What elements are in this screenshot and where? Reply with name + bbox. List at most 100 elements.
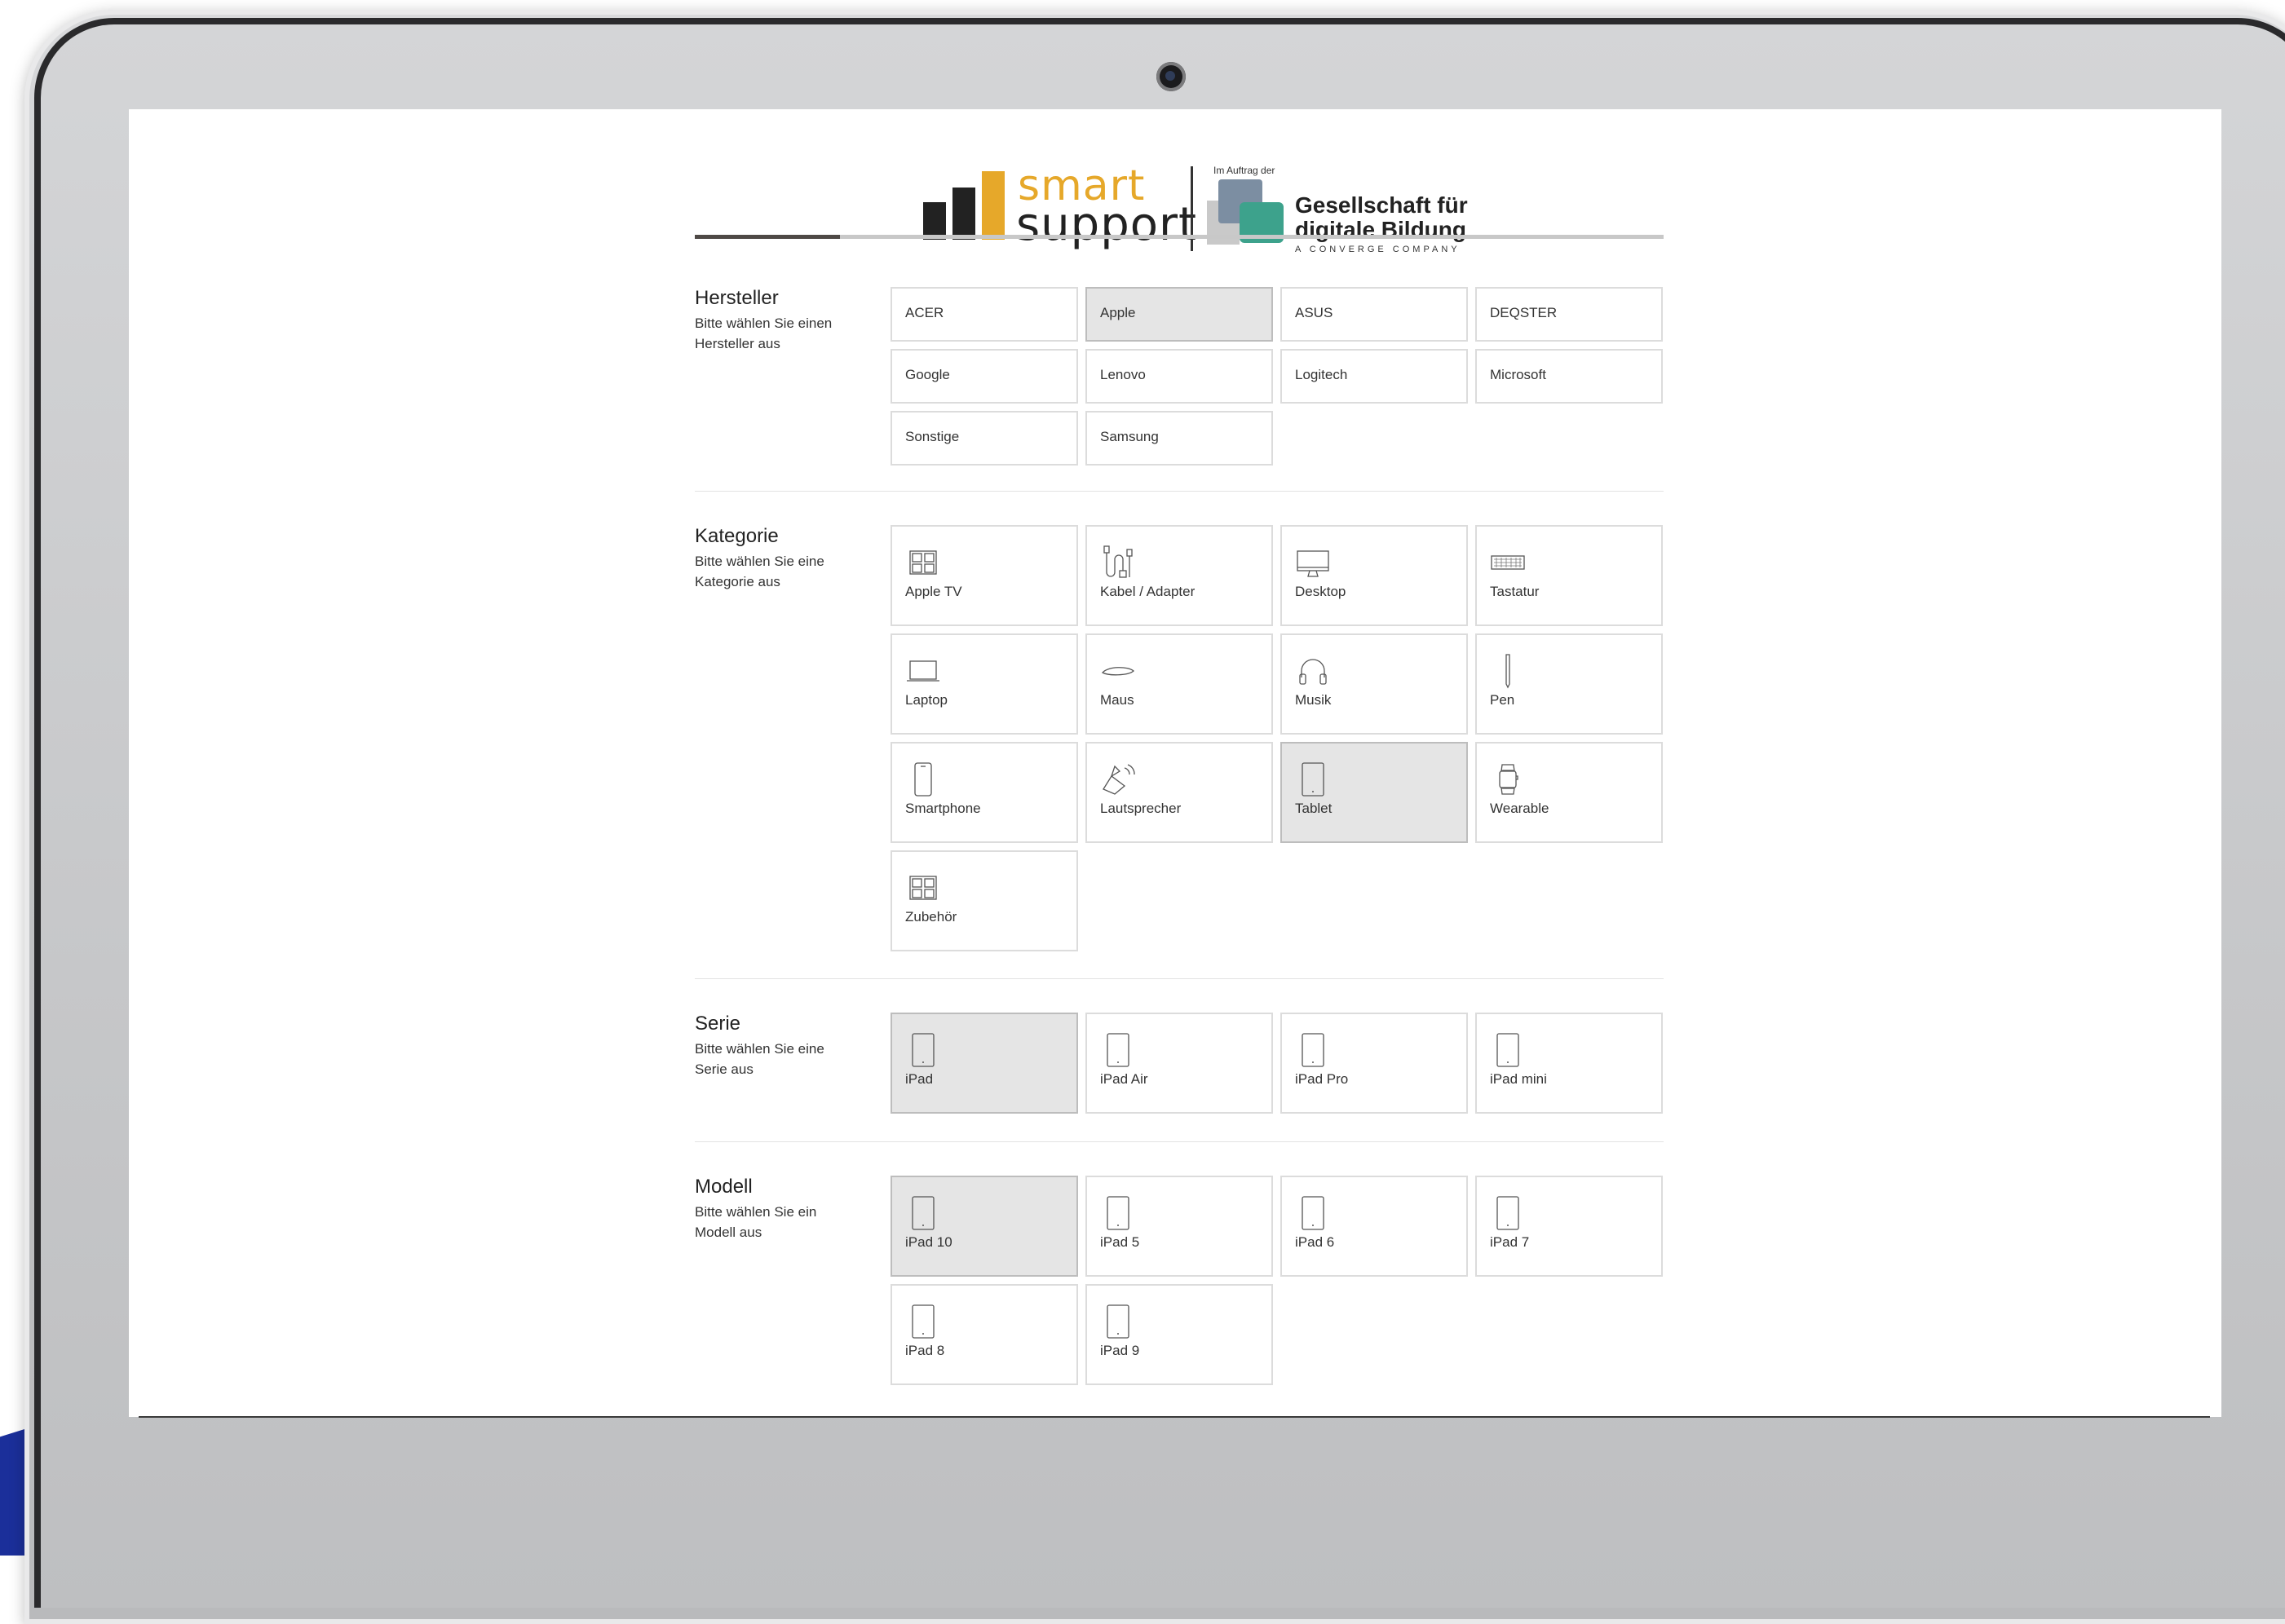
option-ipad[interactable]: iPad [891,1013,1078,1114]
option-tastatur[interactable]: Tastatur [1475,525,1663,626]
screen-bottom-edge [139,1416,2210,1418]
option-desktop[interactable]: Desktop [1280,525,1468,626]
option-wearable[interactable]: Wearable [1475,742,1663,843]
tablet-icon [905,1304,941,1339]
tablet-icon [1295,761,1331,797]
keyboard-icon [1490,545,1526,580]
option-deqster[interactable]: DEQSTER [1475,287,1663,342]
laptop-icon [905,653,941,689]
option-label: Apple TV [905,584,962,599]
smart-support-logo-icon [923,171,1011,240]
divider [695,491,1664,492]
mouse-icon [1100,653,1136,689]
model-grid: iPad 10 iPad 5 iPad 6 iPad 7 iPad 8 iPad 9 [891,1176,1664,1385]
option-lautsprecher[interactable]: Lautsprecher [1085,742,1273,843]
tablet-icon [905,1032,941,1068]
option-label: iPad 10 [905,1234,952,1250]
manufacturer-grid: ACER Apple ASUS DEQSTER Google Lenovo Logitech… [891,287,1664,466]
option-label: iPad 6 [1295,1234,1335,1250]
option-label: iPad Air [1100,1071,1148,1087]
section-description: Bitte wählen Sie eine Serie aus [695,1041,824,1077]
option-label: Tastatur [1490,584,1540,599]
option-apple-tv[interactable]: Apple TV [891,525,1078,626]
option-label: Smartphone [905,801,981,816]
grid-box-icon [905,545,941,580]
option-ipad-7[interactable]: iPad 7 [1475,1176,1663,1277]
series-grid: iPad iPad Air iPad Pro iPad mini [891,1013,1664,1114]
option-label: iPad 9 [1100,1343,1140,1358]
option-tablet[interactable]: Tablet [1280,742,1468,843]
tablet-icon [1295,1195,1331,1231]
brand-support: support [1016,198,1198,251]
option-label: iPad 8 [905,1343,945,1358]
option-smartphone[interactable]: Smartphone [891,742,1078,843]
section-description: Bitte wählen Sie ein Modell aus [695,1204,817,1240]
watch-icon [1490,761,1526,797]
tablet-icon [1490,1032,1526,1068]
option-ipad-pro[interactable]: iPad Pro [1280,1013,1468,1114]
option-label: Kabel / Adapter [1100,584,1196,599]
gfdb-logo-icon [1207,179,1285,249]
section-title: Kategorie [695,525,779,547]
progress-bar [695,235,1664,239]
tablet-icon [1100,1304,1136,1339]
option-label: ASUS [1295,305,1333,320]
option-kabel-adapter[interactable]: Kabel / Adapter [1085,525,1273,626]
option-lenovo[interactable]: Lenovo [1085,349,1273,404]
option-label: Zubehör [905,909,957,925]
option-label: Sonstige [905,429,960,444]
option-label: Tablet [1295,801,1333,816]
option-label: Pen [1490,692,1515,708]
option-ipad-5[interactable]: iPad 5 [1085,1176,1273,1277]
option-ipad-mini[interactable]: iPad mini [1475,1013,1663,1114]
option-label: Google [905,367,950,382]
divider [695,978,1664,979]
option-zubehör[interactable]: Zubehör [891,850,1078,951]
option-label: Desktop [1295,584,1346,599]
option-google[interactable]: Google [891,349,1078,404]
option-label: Lenovo [1100,367,1146,382]
smartphone-icon [905,761,941,797]
option-maus[interactable]: Maus [1085,633,1273,735]
option-label: Microsoft [1490,367,1546,382]
option-ipad-10[interactable]: iPad 10 [891,1176,1078,1277]
option-ipad-air[interactable]: iPad Air [1085,1013,1273,1114]
progress-fill [695,235,841,239]
app-screen: smart support Im Auftrag der Gesellschaf… [129,109,2221,1417]
option-microsoft[interactable]: Microsoft [1475,349,1663,404]
option-label: Samsung [1100,429,1159,444]
partner-name-line1: Gesellschaft für [1295,192,1468,218]
option-logitech[interactable]: Logitech [1280,349,1468,404]
grid-box-icon [905,870,941,906]
pen-icon [1490,653,1526,689]
option-label: Logitech [1295,367,1348,382]
option-label: Laptop [905,692,948,708]
category-grid: Apple TV Kabel / Adapter Desktop Tastatur La… [891,525,1664,951]
option-sonstige[interactable]: Sonstige [891,411,1078,466]
option-ipad-6[interactable]: iPad 6 [1280,1176,1468,1277]
option-label: Apple [1100,305,1136,320]
webcam-icon [1156,62,1186,91]
option-pen[interactable]: Pen [1475,633,1663,735]
partner-name-line2: digitale Bildung [1295,217,1466,242]
tablet-icon [1100,1195,1136,1231]
option-ipad-8[interactable]: iPad 8 [891,1284,1078,1385]
option-musik[interactable]: Musik [1280,633,1468,735]
option-samsung[interactable]: Samsung [1085,411,1273,466]
option-label: Maus [1100,692,1134,708]
option-label: Musik [1295,692,1332,708]
option-apple[interactable]: Apple [1085,287,1273,342]
option-asus[interactable]: ASUS [1280,287,1468,342]
section-description: Bitte wählen Sie einen Hersteller aus [695,316,833,351]
option-acer[interactable]: ACER [891,287,1078,342]
tablet-icon [1490,1195,1526,1231]
option-label: iPad [905,1071,934,1087]
option-laptop[interactable]: Laptop [891,633,1078,735]
headphones-icon [1295,653,1331,689]
option-ipad-9[interactable]: iPad 9 [1085,1284,1273,1385]
divider [695,1141,1664,1142]
tablet-icon [905,1195,941,1231]
partner-caption: Im Auftrag der [1213,165,1275,176]
speaker-icon [1100,761,1136,797]
section-description: Bitte wählen Sie eine Kategorie aus [695,554,824,589]
